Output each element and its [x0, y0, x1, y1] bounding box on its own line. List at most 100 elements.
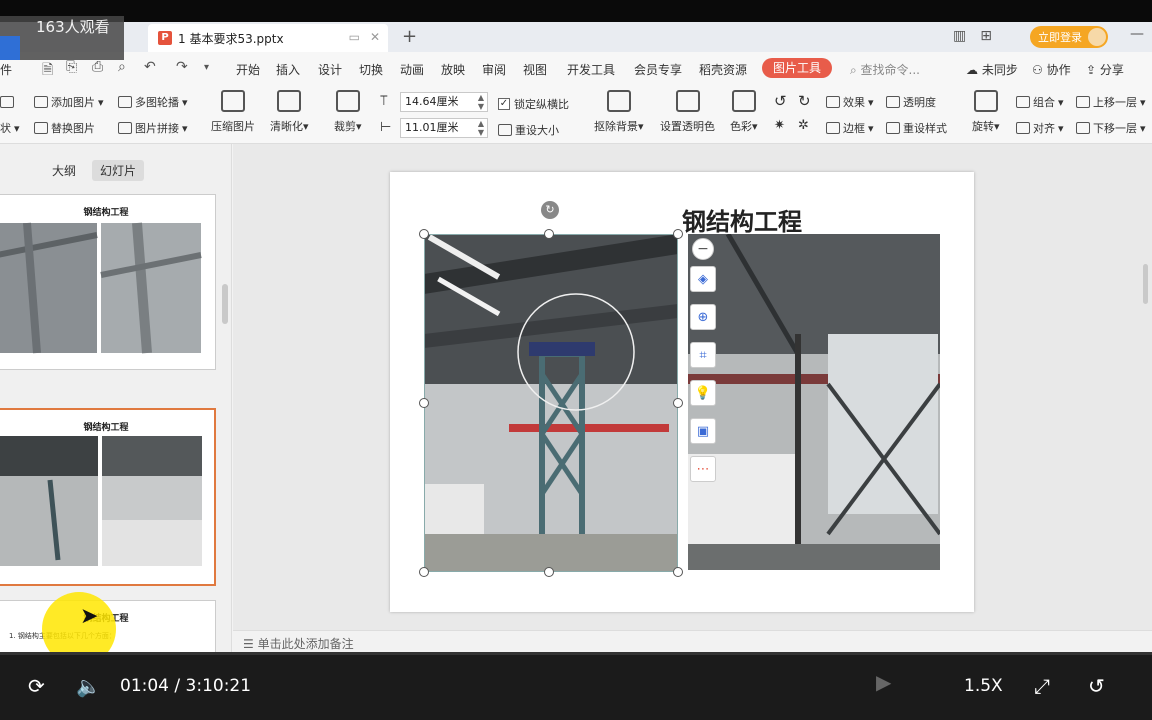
height-spinner-icon[interactable]: ▲ ▼ [478, 119, 484, 137]
resize-handle-bottom-right[interactable] [673, 567, 683, 577]
multi-carousel-button[interactable]: 多图轮播 ▾ [118, 94, 188, 110]
rotate-handle-icon[interactable]: ↻ [541, 201, 559, 219]
convert-picture-icon[interactable]: ▣ [690, 418, 716, 444]
menu-design[interactable]: 设计 [318, 61, 342, 78]
loop-icon[interactable]: ↺ [1088, 674, 1105, 698]
menu-developer[interactable]: 开发工具 [567, 61, 615, 78]
lightbulb-icon[interactable]: 💡 [690, 380, 716, 406]
fullscreen-icon[interactable]: ⤢ [1034, 674, 1050, 698]
bring-forward-button[interactable]: 上移一层 ▾ [1076, 94, 1146, 110]
replace-picture-button[interactable]: 替换图片 [34, 120, 95, 136]
monitor-icon[interactable]: ▭ [349, 30, 360, 44]
layout-icon[interactable]: ▥ [953, 28, 966, 44]
remove-background-icon [606, 90, 631, 112]
redo-icon[interactable]: ↷ [176, 59, 188, 75]
replay-icon[interactable]: ⟳ [28, 674, 45, 698]
resize-handle-right[interactable] [673, 398, 683, 408]
ribbon-cut-left-2[interactable]: 状 ▾ [0, 120, 20, 136]
grid-apps-icon[interactable]: ⊞ [980, 28, 992, 44]
effects-button[interactable]: 效果 ▾ [826, 94, 874, 110]
crop-button[interactable]: 裁剪▾ [334, 88, 362, 134]
brightness-up-icon[interactable]: ✷ [774, 118, 785, 133]
export-icon[interactable]: ⎘ [66, 59, 77, 75]
width-spinner-icon[interactable]: ▲ ▼ [478, 93, 484, 111]
play-icon[interactable]: ▶ [876, 670, 891, 694]
menu-start[interactable]: 开始 [236, 61, 260, 78]
tab-outline[interactable]: 大纲 [44, 160, 84, 181]
close-tab-icon[interactable]: ✕ [370, 30, 380, 44]
add-picture-button[interactable]: 添加图片 ▾ [34, 94, 104, 110]
menu-insert[interactable]: 插入 [276, 61, 300, 78]
sharpen-button[interactable]: 清晰化▾ [270, 88, 309, 134]
lock-ratio-checkbox[interactable]: ✓ 锁定纵横比 [498, 96, 569, 112]
rotate-button[interactable]: 旋转▾ [972, 88, 1000, 134]
bring-forward-icon [1076, 96, 1090, 108]
volume-icon[interactable]: 🔈 [76, 674, 101, 698]
playback-speed[interactable]: 1.5X [964, 676, 1003, 696]
menu-transition[interactable]: 切换 [359, 61, 383, 78]
border-button[interactable]: 边框 ▾ [826, 120, 874, 136]
notes-bar[interactable]: ☰ 单击此处添加备注 [233, 630, 1152, 652]
thumbnail-2-photos [0, 436, 202, 566]
slide-2[interactable]: 钢结构工程 ↻ − ◈ ⊕ ⌗ 💡 ▣ ⋯ [390, 172, 974, 612]
ribbon-cut-left-1[interactable] [0, 96, 14, 108]
menu-animation[interactable]: 动画 [400, 61, 424, 78]
reset-style-button[interactable]: 重设样式 [886, 120, 947, 136]
sync-status[interactable]: ☁ 未同步 [966, 61, 1018, 78]
canvas-scrollbar[interactable] [1143, 264, 1148, 304]
width-field[interactable]: 14.64厘米 ▲ ▼ [400, 92, 488, 112]
remove-background-button[interactable]: 抠除背景▾ [594, 88, 644, 134]
resize-handle-top-left[interactable] [419, 229, 429, 239]
menu-docer[interactable]: 稻壳资源 [699, 61, 747, 78]
set-transparent-color-button[interactable]: 设置透明色 [660, 88, 715, 134]
print-icon[interactable]: ⎙ [92, 59, 103, 75]
rotate-left-icon[interactable]: ↺ [774, 92, 787, 110]
collab-button[interactable]: ⚇ 协作 [1032, 61, 1071, 78]
brightness-down-icon[interactable]: ✲ [798, 118, 809, 133]
layers-icon[interactable]: ◈ [690, 266, 716, 292]
print-preview-icon[interactable]: ⌕ [118, 59, 126, 75]
menu-member[interactable]: 会员专享 [634, 61, 682, 78]
zoom-in-icon[interactable]: ⊕ [690, 304, 716, 330]
share-button[interactable]: ⇪ 分享 [1086, 61, 1124, 78]
group-button[interactable]: 组合 ▾ [1016, 94, 1064, 110]
resize-handle-left[interactable] [419, 398, 429, 408]
height-icon: ⟙ [380, 94, 388, 109]
menu-review[interactable]: 审阅 [482, 61, 506, 78]
video-progress-bar[interactable] [0, 652, 1152, 655]
resize-handle-bottom[interactable] [544, 567, 554, 577]
transparency-button[interactable]: 透明度 [886, 94, 936, 110]
quick-access-dropdown-icon[interactable]: ▾ [204, 62, 209, 73]
height-field[interactable]: 11.01厘米 ▲ ▼ [400, 118, 488, 138]
slide-thumbnail-1[interactable]: 钢结构工程 [0, 194, 216, 370]
picture-collage-button[interactable]: 图片拼接 ▾ [118, 120, 188, 136]
crop-tool-icon[interactable]: ⌗ [690, 342, 716, 368]
file-menu-cut[interactable]: 件 [0, 61, 12, 78]
new-tab-plus-icon[interactable]: + [402, 26, 417, 47]
collapse-minus-icon[interactable]: − [692, 238, 714, 260]
menu-slideshow[interactable]: 放映 [441, 61, 465, 78]
reset-size-button[interactable]: 重设大小 [498, 122, 559, 138]
command-search[interactable]: ⌕ 查找命令... [850, 61, 920, 78]
login-button[interactable]: 立即登录 [1030, 26, 1108, 48]
document-tab[interactable]: P 1 基本要求53.pptx ▭ ✕ [148, 24, 388, 52]
slide-thumbnail-2-selected[interactable]: 钢结构工程 [0, 408, 216, 586]
photo-steel-frame-wall[interactable] [688, 234, 940, 570]
resize-handle-bottom-left[interactable] [419, 567, 429, 577]
minimize-icon[interactable]: — [1130, 26, 1144, 42]
send-backward-button[interactable]: 下移一层 ▾ [1076, 120, 1146, 136]
compress-picture-button[interactable]: 压缩图片 [211, 88, 255, 134]
align-button[interactable]: 对齐 ▾ [1016, 120, 1064, 136]
rotate-right-icon[interactable]: ↻ [798, 92, 811, 110]
selected-photo-scissor-lift[interactable] [424, 234, 678, 572]
resize-handle-top[interactable] [544, 229, 554, 239]
thumbnail-scrollbar[interactable] [222, 284, 228, 324]
menu-picture-tools[interactable]: 图片工具 [762, 58, 832, 78]
save-icon[interactable]: 🗎 [42, 59, 53, 83]
menu-view[interactable]: 视图 [523, 61, 547, 78]
resize-handle-top-right[interactable] [673, 229, 683, 239]
undo-icon[interactable]: ↶ [144, 59, 156, 75]
more-options-icon[interactable]: ⋯ [690, 456, 716, 482]
color-button[interactable]: 色彩▾ [730, 88, 758, 134]
tab-slides[interactable]: 幻灯片 [92, 160, 145, 181]
